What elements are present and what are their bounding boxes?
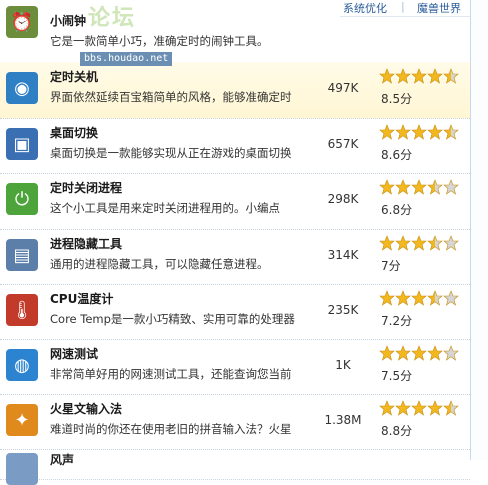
item-description: 这个小工具是用来定时关闭进程用的。小编点 [50, 201, 280, 215]
item-description: 界面依然延续百宝箱简单的风格，能够准确定时 [50, 90, 292, 104]
star-icon [379, 179, 395, 195]
star-icon [443, 290, 459, 306]
download-count: 314K [327, 248, 359, 262]
download-count: 1K [335, 358, 351, 372]
star-icon [395, 235, 411, 251]
star-icon [395, 68, 411, 84]
list-item[interactable]: ▣ 桌面切换桌面切换是一款能够实现从正在游戏的桌面切换 657K 8.6分 [0, 118, 470, 174]
rating-score: 6.8分 [381, 203, 413, 217]
star-icon [411, 290, 427, 306]
star-icon [427, 68, 443, 84]
item-title[interactable]: 桌面切换 [50, 124, 98, 141]
star-icon [427, 179, 443, 195]
rating-score: 8.5分 [381, 92, 413, 106]
list-item[interactable]: 🌡 CPU温度计 Core Temp是一款小巧精致、实用可靠的处理器 235K 7.2分 [0, 284, 470, 340]
star-icon [411, 68, 427, 84]
star-icon [443, 124, 459, 140]
star-icon [443, 68, 459, 84]
star-icon [443, 400, 459, 416]
star-icon [443, 179, 459, 195]
item-title[interactable]: 进程隐藏工具 [50, 235, 122, 252]
list-item[interactable]: ◍ 网速测试非常简单好用的网速测试工具，还能查询您当前 1K 7.5分 [0, 339, 470, 395]
item-title[interactable]: 小闹钟 [50, 12, 86, 29]
download-count: 235K [327, 303, 359, 317]
star-icon [427, 124, 443, 140]
mars-input-icon[interactable]: ✦ [6, 404, 38, 436]
star-icon [395, 179, 411, 195]
download-count: 657K [327, 137, 359, 151]
star-icon [395, 124, 411, 140]
star-icon [427, 345, 443, 361]
star-icon [379, 345, 395, 361]
top-links: 系统优化 | 魔兽世界 [340, 0, 488, 17]
next-item-icon[interactable] [6, 453, 38, 485]
rating-score: 8.6分 [381, 148, 413, 162]
rating-score: 7.2分 [381, 314, 413, 328]
top-link-system-optimize[interactable]: 系统优化 [343, 0, 387, 16]
item-description: 桌面切换是一款能够实现从正在游戏的桌面切换 [50, 146, 292, 160]
star-icon [427, 400, 443, 416]
star-icon [395, 400, 411, 416]
rating-score: 7.5分 [381, 369, 413, 383]
download-count: 1.38M [324, 413, 362, 427]
download-count: 298K [327, 192, 359, 206]
star-icon [411, 400, 427, 416]
alarm-clock-icon[interactable]: ⏰ [6, 6, 38, 38]
thermometer-icon[interactable]: 🌡 [6, 294, 38, 326]
item-title[interactable]: 网速测试 [50, 345, 98, 362]
star-icon [427, 235, 443, 251]
item-description: Core Temp是一款小巧精致、实用可靠的处理器 [50, 312, 295, 326]
item-title[interactable]: CPU温度计 [50, 290, 113, 307]
rating-score: 8.8分 [381, 424, 413, 438]
close-process-icon[interactable]: ⏻ [6, 183, 38, 215]
star-icon [411, 179, 427, 195]
list-item[interactable]: ⏻ 定时关闭进程这个小工具是用来定时关闭进程用的。小编点 298K 6.8分 [0, 173, 470, 230]
star-icon [427, 290, 443, 306]
star-icon [395, 290, 411, 306]
download-count: 497K [327, 81, 359, 95]
star-icon [379, 68, 395, 84]
item-description: 它是一款简单小巧，准确定时的闹钟工具。 [50, 34, 269, 48]
top-link-separator: | [401, 0, 405, 13]
item-title[interactable]: 定时关闭进程 [50, 179, 122, 196]
star-icon [443, 235, 459, 251]
rating-score: 7分 [381, 259, 401, 273]
star-icon [379, 235, 395, 251]
item-description: 通用的进程隐藏工具，可以隐藏任意进程。 [50, 257, 269, 271]
hide-process-icon[interactable]: ▤ [6, 239, 38, 271]
list-item[interactable]: 风声 [0, 449, 470, 485]
star-icon [443, 345, 459, 361]
star-icon [411, 235, 427, 251]
star-icon [379, 290, 395, 306]
star-icon [379, 400, 395, 416]
shutdown-timer-icon[interactable]: ◉ [6, 72, 38, 104]
star-icon [379, 124, 395, 140]
item-description: 非常简单好用的网速测试工具，还能查询您当前 [50, 367, 292, 381]
item-title[interactable]: 定时关机 [50, 68, 98, 85]
list-item[interactable]: ▤ 进程隐藏工具通用的进程隐藏工具，可以隐藏任意进程。 314K 7分 [0, 229, 470, 285]
right-sidebar [470, 0, 488, 460]
item-description: 难道时尚的你还在使用老旧的拼音输入法？火星 [50, 422, 292, 436]
list-item[interactable]: ◉ 定时关机界面依然延续百宝箱简单的风格，能够准确定时 497K 8.5分 [0, 62, 470, 119]
desktop-switch-icon[interactable]: ▣ [6, 128, 38, 160]
star-icon [411, 345, 427, 361]
network-speed-icon[interactable]: ◍ [6, 349, 38, 381]
top-link-warcraft[interactable]: 魔兽世界 [417, 0, 461, 16]
star-icon [395, 345, 411, 361]
star-icon [411, 124, 427, 140]
item-title[interactable]: 火星文输入法 [50, 400, 122, 417]
list-item[interactable]: ✦ 火星文输入法难道时尚的你还在使用老旧的拼音输入法？火星 1.38M 8.8分 [0, 394, 470, 450]
